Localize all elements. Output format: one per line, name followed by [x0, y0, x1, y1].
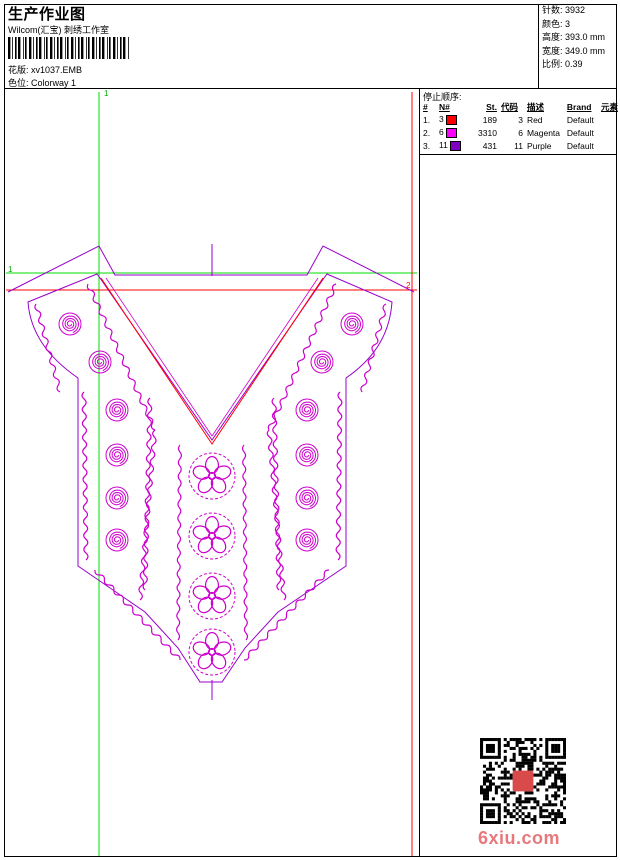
spiral-left — [109, 531, 127, 550]
flower-petal — [210, 536, 227, 554]
flower-petal — [204, 515, 219, 534]
scallop-col-right — [271, 397, 282, 591]
spiral-right — [314, 353, 332, 372]
scallop-bottom-right — [243, 569, 330, 661]
scallop-edge-right — [335, 391, 343, 561]
flower-petal — [205, 455, 220, 474]
scallop-center-left — [176, 444, 182, 641]
flower-petal — [204, 631, 219, 650]
flower-petal — [197, 476, 214, 494]
flower-petal — [210, 652, 227, 670]
ornament-group — [34, 283, 387, 676]
scallop-inner-right — [266, 429, 287, 601]
scallop-center-right — [241, 444, 249, 641]
flower-petal — [197, 596, 214, 614]
spiral-right — [299, 531, 317, 550]
scallop-edge-left — [81, 391, 89, 561]
spiral-right — [299, 446, 317, 465]
spiral-left — [109, 489, 127, 508]
red-neckline — [100, 277, 324, 445]
guide-label-v: 1 — [104, 89, 109, 98]
flower-petal — [210, 596, 227, 614]
flower-petal — [204, 575, 219, 594]
qr-code — [480, 738, 566, 824]
spiral-left — [109, 446, 127, 465]
spiral-right — [299, 401, 317, 420]
scallop-outer-right — [360, 303, 387, 393]
flower-petal — [197, 536, 214, 554]
embroidery-design: 1 1 2 — [6, 89, 417, 856]
guide-label-h: 1 — [8, 265, 13, 274]
scallop-outer-left — [34, 303, 61, 393]
scallop-bottom-left — [94, 569, 181, 661]
spiral-left — [109, 401, 127, 420]
flower-petal — [197, 652, 214, 670]
watermark: 6xiu.com — [478, 828, 561, 848]
spiral-left — [62, 315, 80, 334]
flower-petal — [210, 476, 227, 494]
spiral-right — [344, 315, 362, 334]
spiral-right — [299, 489, 317, 508]
scallop-col-left — [142, 397, 153, 591]
qr-logo — [512, 770, 534, 792]
spiral-left — [92, 353, 110, 372]
